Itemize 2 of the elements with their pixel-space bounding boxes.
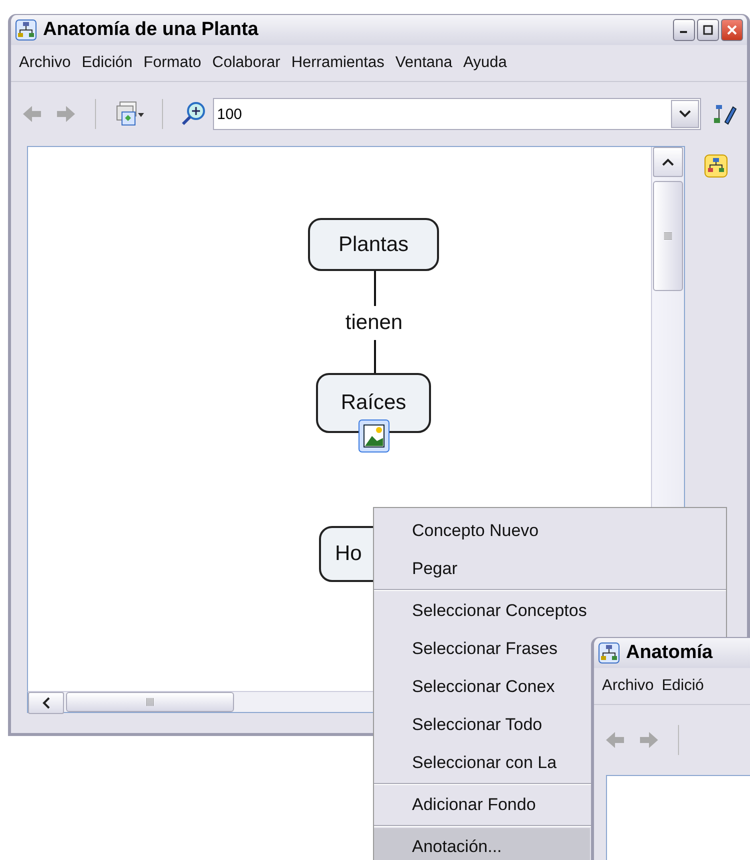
window-title: Anatomía de una Planta <box>43 19 258 41</box>
window-title: Anatomía <box>626 642 713 664</box>
